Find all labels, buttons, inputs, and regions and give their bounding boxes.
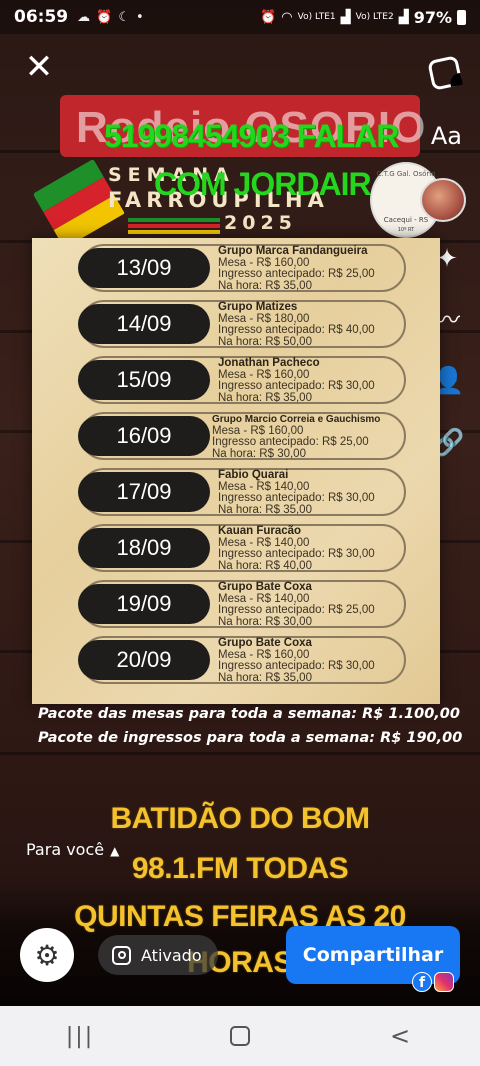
instagram-toggle-label: Ativado	[141, 945, 202, 965]
status-bar: 06:59 ☁ ⏰ ☾ • ⏰ ◠ Vo) LTE1 ▟ Vo) LTE2 ▟ …	[0, 0, 480, 34]
event-info: Grupo Bate Coxa Mesa - R$ 160,00 Ingress…	[218, 637, 414, 684]
caret-up-icon: ▲	[110, 844, 120, 858]
flag-stripe	[128, 224, 220, 228]
logo-number: 10º RT	[397, 227, 415, 233]
carrier-1-label: Vo) LTE1	[297, 12, 336, 22]
event-info: Grupo Marca Fandangueira Mesa - R$ 160,0…	[218, 245, 414, 292]
event-door-price: Na hora: R$ 30,00	[212, 447, 306, 460]
gear-icon: ⚙	[34, 938, 60, 972]
event-date: 20/09	[78, 640, 210, 680]
signal-icon: ▟	[398, 9, 409, 25]
story-screen: 06:59 ☁ ⏰ ☾ • ⏰ ◠ Vo) LTE1 ▟ Vo) LTE2 ▟ …	[0, 0, 480, 1066]
close-icon[interactable]: ✕	[22, 50, 56, 84]
recent-apps-button[interactable]: |||	[50, 1016, 110, 1056]
event-door-price: Na hora: R$ 50,00	[218, 335, 312, 348]
package-tables-text: Pacote das mesas para toda a semana: R$ …	[38, 706, 460, 722]
instagram-icon	[112, 945, 131, 965]
event-presale-price: Ingresso antecipado: R$ 25,00	[218, 268, 375, 280]
status-time: 06:59	[14, 7, 69, 27]
event-info: Kauan Furacão Mesa - R$ 140,00 Ingresso …	[218, 525, 414, 572]
settings-button[interactable]: ⚙	[20, 928, 74, 982]
facebook-icon: f	[412, 972, 432, 992]
alarm-icon: ⏰	[260, 9, 277, 25]
instagram-icon	[434, 972, 454, 992]
carrier-2-label: Vo) LTE2	[355, 12, 394, 22]
year-label: 2025	[224, 212, 297, 234]
event-presale-price: Ingresso antecipado: R$ 25,00	[212, 436, 369, 448]
overlay-contact-text[interactable]: COM JORDAIR	[154, 166, 372, 203]
sticker-icon[interactable]	[427, 55, 463, 91]
event-presale-price: Ingresso antecipado: R$ 30,00	[218, 548, 375, 560]
event-group: Grupo Matizes	[218, 301, 298, 313]
package-tickets-text: Pacote de ingressos para toda a semana: …	[38, 730, 463, 746]
dot-icon: •	[135, 9, 144, 25]
event-group: Grupo Bate Coxa	[218, 637, 312, 649]
event-info: Grupo Marcio Correia e Gauchismo Mesa - …	[212, 414, 408, 460]
promo-line-1[interactable]: BATIDÃO DO BOM	[0, 802, 480, 836]
wifi-icon: ◠	[281, 9, 293, 25]
instagram-toggle[interactable]: Ativado	[98, 935, 218, 975]
home-icon	[230, 1026, 250, 1046]
event-presale-price: Ingresso antecipado: R$ 30,00	[218, 660, 375, 672]
event-date: 13/09	[78, 248, 210, 288]
for-you-text: Para você	[26, 840, 105, 859]
logo-name: C.T.G Gal. Osório	[376, 170, 436, 178]
event-door-price: Na hora: R$ 35,00	[218, 671, 312, 684]
event-presale-price: Ingresso antecipado: R$ 40,00	[218, 324, 375, 336]
wood-plank-line	[0, 752, 480, 755]
event-group: Kauan Furacão	[218, 525, 302, 537]
event-door-price: Na hora: R$ 35,00	[218, 279, 312, 292]
event-date: 17/09	[78, 472, 210, 512]
event-group: Jonathan Pacheco	[218, 357, 320, 369]
event-group: Grupo Bate Coxa	[218, 581, 312, 593]
event-presale-price: Ingresso antecipado: R$ 25,00	[218, 604, 375, 616]
for-you-label[interactable]: Para você ▲	[26, 840, 119, 859]
status-right-group: ⏰ ◠ Vo) LTE1 ▟ Vo) LTE2 ▟ 97%	[260, 8, 466, 27]
signal-icon: ▟	[340, 9, 351, 25]
alarm-icon: ⏰	[96, 9, 113, 25]
event-date: 15/09	[78, 360, 210, 400]
event-door-price: Na hora: R$ 40,00	[218, 559, 312, 572]
event-info: Jonathan Pacheco Mesa - R$ 160,00 Ingres…	[218, 357, 414, 404]
text-tool-button[interactable]: Aa	[431, 122, 462, 150]
event-info: Grupo Matizes Mesa - R$ 180,00 Ingresso …	[218, 301, 414, 348]
event-presale-price: Ingresso antecipado: R$ 30,00	[218, 492, 375, 504]
event-date: 18/09	[78, 528, 210, 568]
moon-icon: ☾	[118, 9, 130, 25]
event-info: Grupo Bate Coxa Mesa - R$ 140,00 Ingress…	[218, 581, 414, 628]
event-date: 19/09	[78, 584, 210, 624]
event-date: 16/09	[78, 416, 210, 456]
event-date: 14/09	[78, 304, 210, 344]
flag-stripe	[128, 218, 220, 222]
home-button[interactable]	[210, 1016, 270, 1056]
navigation-bar: ||| <	[0, 1006, 480, 1066]
cloud-icon: ☁	[77, 9, 91, 25]
event-group: Grupo Marca Fandangueira	[218, 245, 368, 257]
overlay-phone-text[interactable]: 51998454903 FALAR	[104, 118, 399, 155]
battery-icon	[457, 9, 466, 25]
avatar[interactable]	[420, 178, 466, 222]
event-group: Fabio Quarai	[218, 469, 289, 481]
schedule-paper: 13/09 Grupo Marca Fandangueira Mesa - R$…	[32, 238, 440, 704]
event-door-price: Na hora: R$ 35,00	[218, 391, 312, 404]
event-group: Grupo Marcio Correia e Gauchismo	[212, 414, 381, 425]
event-info: Fabio Quarai Mesa - R$ 140,00 Ingresso a…	[218, 469, 414, 516]
event-presale-price: Ingresso antecipado: R$ 30,00	[218, 380, 375, 392]
event-door-price: Na hora: R$ 35,00	[218, 503, 312, 516]
event-door-price: Na hora: R$ 30,00	[218, 615, 312, 628]
flag-stripe	[128, 230, 220, 234]
battery-percent: 97%	[413, 7, 452, 27]
back-button[interactable]: <	[370, 1016, 430, 1056]
